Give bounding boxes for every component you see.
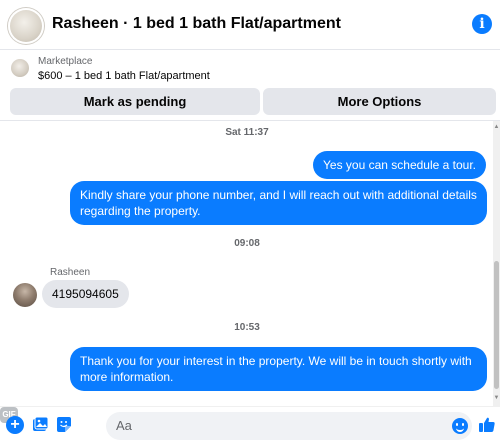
timestamp: Sat 11:37 (225, 127, 269, 138)
message-input[interactable]: Aa (106, 412, 472, 440)
plus-icon[interactable]: + (6, 416, 24, 434)
outgoing-message[interactable]: Kindly share your phone number, and I wi… (70, 181, 487, 225)
scrollbar-thumb[interactable] (494, 261, 499, 389)
emoji-icon[interactable] (452, 418, 468, 434)
timestamp: 10:53 (234, 322, 260, 333)
outgoing-message[interactable]: Thank you for your interest in the prope… (70, 347, 487, 391)
timestamp: 09:08 (234, 238, 260, 249)
listing-source: Marketplace (38, 56, 93, 67)
scroll-down-arrow-icon[interactable]: ▼ (493, 395, 500, 401)
composer-bar: + GIF Aa (0, 406, 500, 444)
listing-avatar[interactable] (8, 8, 44, 44)
scrollbar[interactable]: ▲ ▼ (493, 121, 500, 406)
scroll-up-arrow-icon[interactable]: ▲ (493, 124, 500, 130)
listing-title: $600 – 1 bed 1 bath Flat/apartment (38, 70, 210, 82)
info-icon[interactable]: i (472, 14, 492, 34)
incoming-message[interactable]: 4195094605 (42, 280, 129, 308)
mark-as-pending-button[interactable]: Mark as pending (10, 88, 260, 115)
more-options-button[interactable]: More Options (263, 88, 496, 115)
like-icon[interactable] (478, 416, 496, 434)
sender-avatar[interactable] (13, 283, 37, 307)
message-input-placeholder: Aa (116, 418, 132, 433)
listing-card[interactable]: Marketplace $600 – 1 bed 1 bath Flat/apa… (0, 52, 500, 86)
photo-icon[interactable] (31, 416, 49, 434)
message-list: Sat 11:37 Yes you can schedule a tour. K… (0, 121, 500, 406)
outgoing-message[interactable]: Yes you can schedule a tour. (313, 151, 486, 179)
listing-thumbnail (11, 59, 29, 77)
sticker-icon[interactable] (55, 416, 73, 434)
sender-name: Rasheen (50, 267, 91, 278)
chat-header: Rasheen · 1 bed 1 bath Flat/apartment i (0, 0, 500, 50)
chat-title[interactable]: Rasheen · 1 bed 1 bath Flat/apartment (52, 15, 341, 33)
